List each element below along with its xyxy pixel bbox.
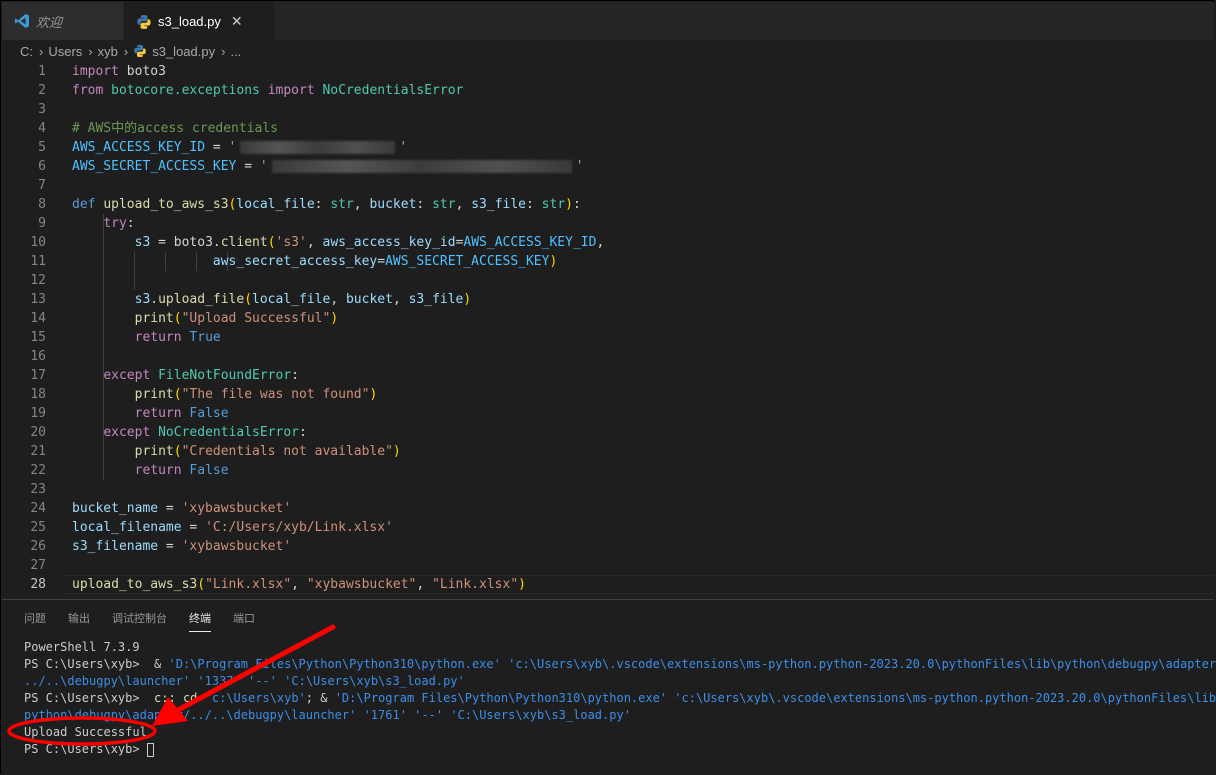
tab-problems[interactable]: 问题 (24, 610, 46, 632)
code-editor[interactable]: 1 import boto3 2 from botocore.exceptions … (2, 62, 1214, 598)
code-line: 7 (38, 178, 46, 193)
vscode-icon (14, 13, 30, 29)
tab-welcome-label: 欢迎 (36, 14, 63, 30)
code-line: 5 AWS_ACCESS_KEY_ID = ' ' (38, 140, 408, 155)
code-line: 4 # AWS中的access credentials (38, 121, 279, 136)
code-line: 21 print("Credentials not available") (30, 444, 401, 459)
code-line: 16 (30, 349, 46, 364)
code-line: 20 except NoCredentialsError: (30, 425, 307, 440)
code-line: 8 def upload_to_aws_s3(local_file: str, b… (38, 197, 581, 212)
terminal-line: PS C:\Users\xyb> (24, 741, 1204, 758)
tab-ports[interactable]: 端口 (233, 610, 255, 632)
code-line: 3 (38, 102, 46, 117)
tab-debug-console[interactable]: 调试控制台 (112, 610, 167, 632)
code-line-current: 28 upload_to_aws_s3("Link.xlsx", "xybawsb… (30, 577, 526, 592)
redacted-key (240, 141, 396, 154)
python-icon (133, 44, 147, 58)
terminal-cursor (146, 742, 154, 757)
code-line: 1 import boto3 (38, 64, 166, 79)
tab-s3-load-py[interactable]: s3_load.py ✕ (124, 2, 274, 40)
code-line: 15 return True (30, 330, 221, 345)
code-line: 26 s3_filename = 'xybawsbucket' (30, 539, 292, 554)
code-line: 2 from botocore.exceptions import NoCrede… (38, 83, 464, 98)
terminal-line: ../..\debugpy\launcher' '1337' '--' 'C:\… (24, 674, 465, 688)
breadcrumb-item[interactable]: Users (48, 44, 82, 59)
tab-terminal[interactable]: 终端 (189, 610, 211, 632)
code-line: 14 print("Upload Successful") (30, 311, 339, 326)
terminal-line: PowerShell 7.3.9 (24, 640, 140, 654)
tab-bar: 欢迎 s3_load.py ✕ (2, 2, 1214, 40)
code-line: 6 AWS_SECRET_ACCESS_KEY = ' ' (38, 159, 584, 174)
tab-s3-load-py-label: s3_load.py (158, 14, 221, 29)
code-line: 23 (30, 482, 46, 497)
terminal-output: Upload Successful (24, 725, 147, 739)
code-line: 11 aws_secret_access_key=AWS_SECRET_ACCE… (30, 254, 558, 269)
code-line: 17 except FileNotFoundError: (30, 368, 299, 383)
code-line: 19 return False (30, 406, 229, 421)
tab-welcome[interactable]: 欢迎 (2, 2, 124, 40)
redacted-key (271, 160, 572, 173)
terminal[interactable]: PowerShell 7.3.9 PS C:\Users\xyb> & 'D:\P… (24, 639, 1216, 758)
tab-output[interactable]: 输出 (68, 610, 90, 632)
python-icon (136, 14, 152, 30)
code-line: 9 try: (38, 216, 135, 231)
panel-tabs: 问题 输出 调试控制台 终端 端口 (24, 610, 277, 632)
breadcrumb-item[interactable]: s3_load.py (152, 44, 215, 59)
terminal-line: PS C:\Users\xyb> & 'D:\Program Files\Pyt… (24, 657, 1216, 671)
code-line: 13 s3.upload_file(local_file, bucket, s3… (30, 292, 472, 307)
breadcrumb-item[interactable]: ... (230, 44, 241, 59)
code-line: 25 local_filename = 'C:/Users/xyb/Link.xl… (30, 520, 393, 535)
code-line: 27 (30, 558, 46, 573)
close-icon[interactable]: ✕ (231, 13, 243, 30)
breadcrumb-item[interactable]: xyb (98, 44, 118, 59)
chevron-right-icon: › (221, 43, 226, 59)
chevron-right-icon: › (88, 43, 93, 59)
terminal-line: python\debugpy\adapter/../..\debugpy\lau… (24, 708, 631, 722)
code-line: 24 bucket_name = 'xybawsbucket' (30, 501, 292, 516)
code-line: 10 s3 = boto3.client('s3', aws_access_ke… (30, 235, 605, 250)
bottom-panel: 问题 输出 调试控制台 终端 端口 PowerShell 7.3.9 PS C:\… (2, 599, 1216, 774)
breadcrumb-item[interactable]: C: (20, 44, 33, 59)
breadcrumb: C: › Users › xyb › s3_load.py › ... (2, 40, 1214, 62)
code-line: 18 print("The file was not found") (30, 387, 378, 402)
chevron-right-icon: › (39, 43, 44, 59)
code-line: 22 return False (30, 463, 229, 478)
vscode-window: 欢迎 s3_load.py ✕ C: › Users › xyb › s3_load.… (0, 0, 1216, 774)
terminal-line: PS C:\Users\xyb> c:; cd 'c:\Users\xyb'; … (24, 691, 1216, 705)
chevron-right-icon: › (123, 43, 129, 59)
code-line: 12 (30, 273, 46, 288)
